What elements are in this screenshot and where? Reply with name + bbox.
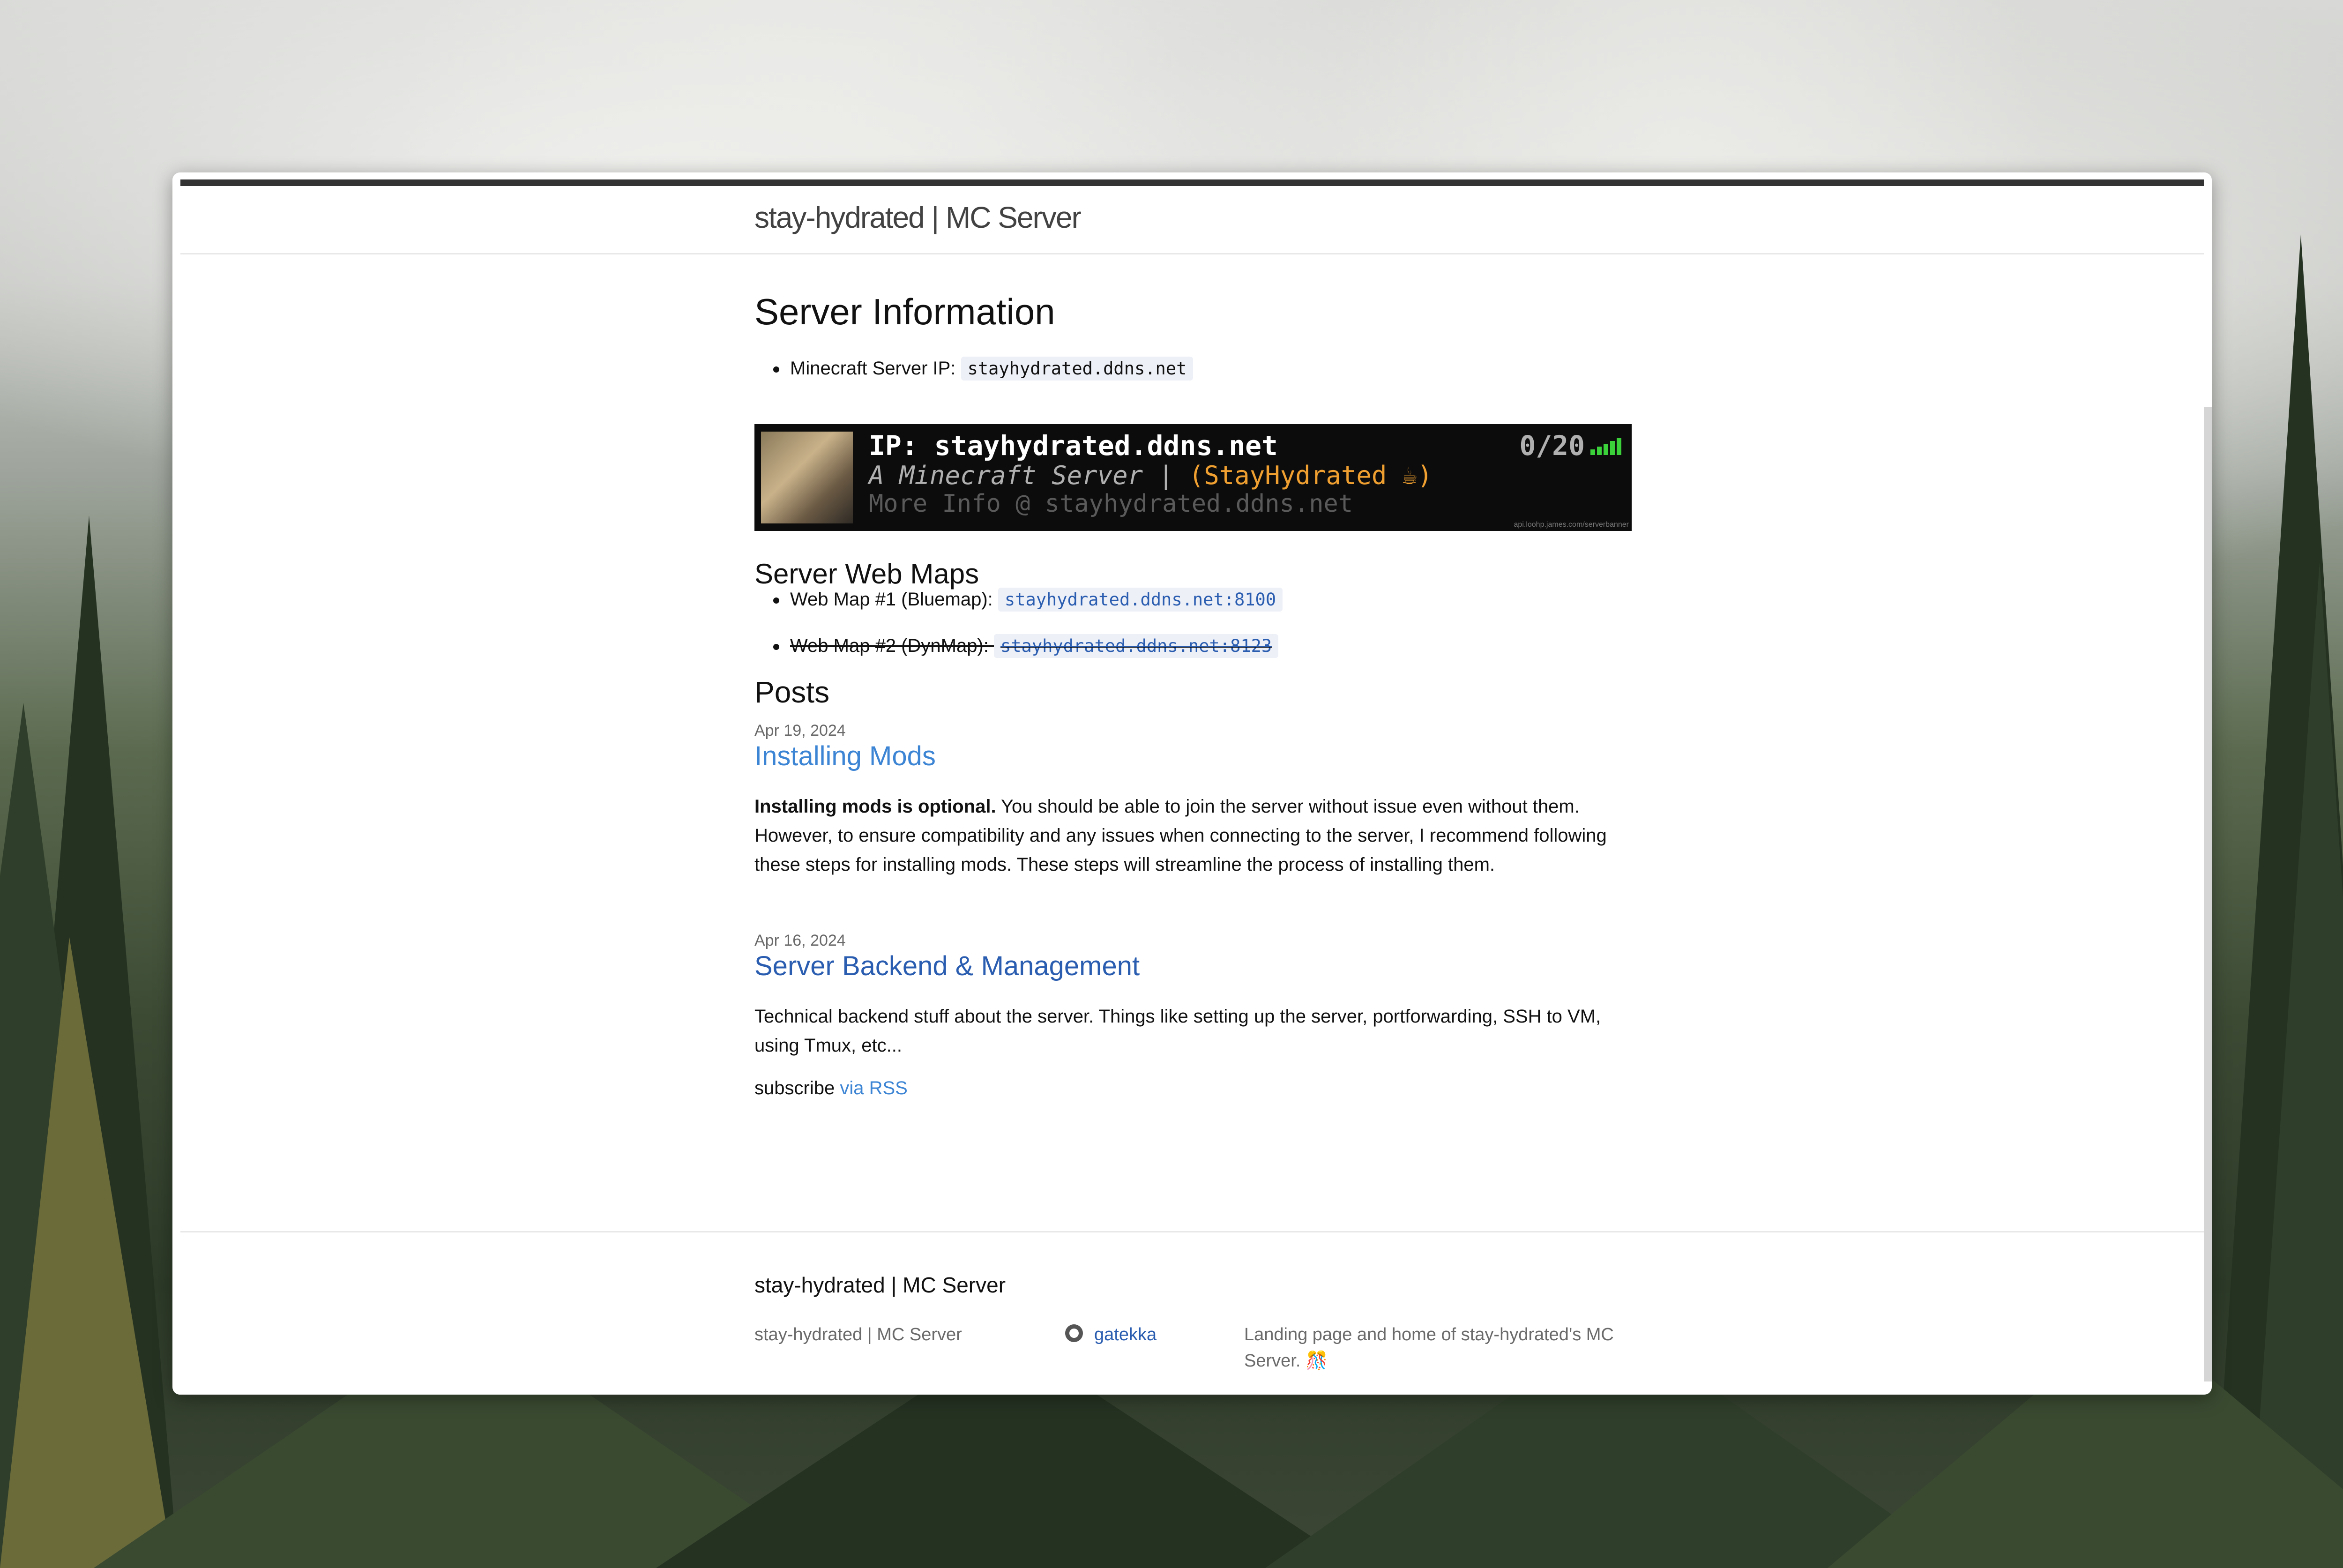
rss-link[interactable]: via RSS	[840, 1078, 908, 1098]
banner-credit: api.loohp.james.com/serverbanner	[1514, 521, 1629, 529]
subscribe-line: subscribe via RSS	[754, 1078, 908, 1099]
posts-heading: Posts	[754, 675, 830, 709]
banner-ip-line: IP: stayhydrated.ddns.net	[869, 430, 1278, 462]
post-2-excerpt: Technical backend stuff about the server…	[754, 1006, 1601, 1056]
server-banner-image: IP: stayhydrated.ddns.net A Minecraft Se…	[754, 424, 1632, 531]
server-avatar	[761, 432, 853, 523]
footer-github: gatekka	[1065, 1322, 1157, 1348]
web-map-2-link[interactable]: stayhydrated.ddns.net:8123	[994, 634, 1279, 658]
footer-description: Landing page and home of stay-hydrated's…	[1244, 1325, 1614, 1371]
web-maps-heading: Server Web Maps	[754, 558, 979, 590]
player-count: 0/20	[1519, 430, 1585, 462]
subscribe-text: subscribe	[754, 1078, 835, 1098]
page-viewport: stay-hydrated | MC Server Server Informa…	[180, 179, 2204, 1388]
post-2-title-link[interactable]: Server Backend & Management	[754, 950, 1140, 982]
github-icon	[1065, 1324, 1083, 1342]
post-1-date: Apr 19, 2024	[754, 722, 846, 739]
github-user-link[interactable]: gatekka	[1094, 1325, 1157, 1344]
footer-title: stay-hydrated | MC Server	[754, 1273, 1006, 1297]
server-ip-label: Minecraft Server IP:	[790, 358, 956, 379]
web-map-2-label: Web Map #2 (DynMap):	[790, 635, 989, 656]
signal-icon	[1590, 438, 1621, 455]
banner-motd-highlight: (StayHydrated ☕)	[1188, 461, 1433, 490]
site-footer: stay-hydrated | MC Server stay-hydrated …	[180, 1231, 2204, 1388]
web-map-1-item: Web Map #1 (Bluemap): stayhydrated.ddns.…	[754, 586, 1283, 613]
server-information-heading: Server Information	[754, 291, 1055, 332]
server-info-list: Minecraft Server IP: stayhydrated.ddns.n…	[754, 355, 1194, 382]
site-title-link[interactable]: stay-hydrated | MC Server	[754, 200, 1082, 235]
server-ip-value: stayhydrated.ddns.net	[961, 357, 1194, 381]
banner-motd-line: A Minecraft Server | (StayHydrated ☕)	[869, 461, 1433, 490]
footer-site-name: stay-hydrated | MC Server	[754, 1325, 962, 1344]
banner-info-line: More Info @ stayhydrated.ddns.net	[869, 490, 1353, 518]
scrollbar[interactable]	[2204, 407, 2212, 1381]
server-ip-item: Minecraft Server IP: stayhydrated.ddns.n…	[754, 355, 1194, 382]
web-map-1-link[interactable]: stayhydrated.ddns.net:8100	[998, 588, 1283, 612]
post-2-date: Apr 16, 2024	[754, 932, 846, 949]
web-maps-list: Web Map #1 (Bluemap): stayhydrated.ddns.…	[754, 586, 1283, 659]
post-1-title-link[interactable]: Installing Mods	[754, 740, 936, 772]
banner-motd-prefix: A Minecraft Server |	[869, 461, 1189, 490]
web-map-2-item: Web Map #2 (DynMap): stayhydrated.ddns.n…	[754, 632, 1283, 659]
post-1-excerpt-bold: Installing mods is optional.	[754, 796, 996, 817]
browser-window: stay-hydrated | MC Server Server Informa…	[172, 172, 2212, 1395]
post-1-excerpt: Installing mods is optional. You should …	[754, 792, 1635, 879]
site-header: stay-hydrated | MC Server	[180, 186, 2204, 254]
web-map-1-label: Web Map #1 (Bluemap):	[790, 589, 993, 610]
